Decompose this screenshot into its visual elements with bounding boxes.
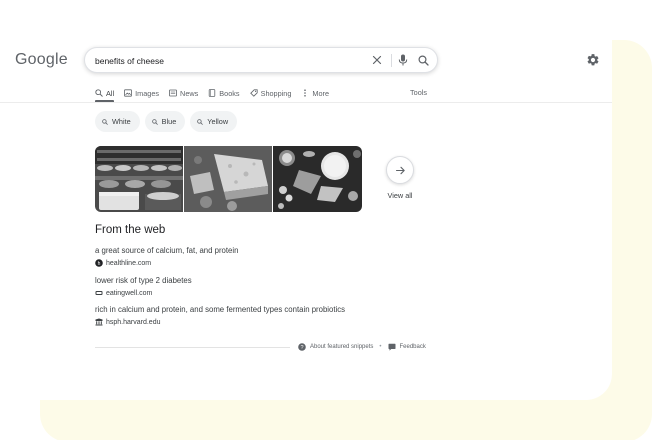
tab-all[interactable]: All	[95, 86, 114, 100]
refinement-chips: White Blue Yellow	[95, 111, 242, 132]
harvard-favicon-icon	[95, 318, 103, 326]
tab-books[interactable]: Books	[208, 86, 240, 100]
chip-white[interactable]: White	[95, 111, 140, 132]
tag-icon	[249, 89, 258, 97]
footer-separator: •	[379, 344, 382, 350]
search-icon	[197, 118, 204, 125]
healthline-favicon-icon: h	[95, 259, 103, 267]
search-icon	[102, 118, 108, 125]
news-icon	[169, 89, 177, 97]
feedback-link[interactable]: Feedback	[400, 344, 426, 350]
more-vert-icon	[301, 89, 309, 97]
search-divider	[391, 54, 392, 67]
tab-label: Images	[135, 88, 160, 98]
footer-divider	[95, 347, 290, 348]
view-all-button[interactable]	[386, 156, 414, 184]
tab-label: All	[106, 88, 115, 98]
clear-icon[interactable]	[370, 53, 384, 67]
snippet-text[interactable]: lower risk of type 2 diabetes	[95, 275, 435, 286]
snippet-source-label: eatingwell.com	[106, 289, 153, 297]
snippet-text[interactable]: rich in calcium and protein, and some fe…	[95, 304, 435, 315]
view-all-label[interactable]: View all	[378, 191, 422, 200]
web-snippet: rich in calcium and protein, and some fe…	[95, 304, 435, 327]
tab-news[interactable]: News	[169, 86, 198, 100]
tools-button[interactable]: Tools	[410, 86, 427, 100]
cheese-board-image[interactable]	[273, 146, 362, 212]
tab-images[interactable]: Images	[124, 86, 159, 100]
chip-yellow[interactable]: Yellow	[190, 111, 238, 132]
chip-blue[interactable]: Blue	[144, 111, 186, 132]
eatingwell-favicon-icon	[95, 289, 103, 297]
cheese-shop-image[interactable]	[95, 146, 183, 212]
tab-more[interactable]: More	[301, 86, 329, 100]
tab-label: News	[180, 88, 199, 98]
about-featured-snippets-link[interactable]: About featured snippets	[310, 344, 373, 350]
search-input[interactable]	[95, 53, 355, 68]
from-the-web-heading: From the web	[95, 224, 166, 236]
search-icon	[151, 118, 158, 125]
cheese-block-image[interactable]	[184, 146, 272, 212]
chip-label: Blue	[161, 117, 177, 126]
mic-icon[interactable]	[396, 53, 410, 67]
snippet-source[interactable]: h healthline.com	[95, 258, 435, 268]
svg-text:h: h	[98, 261, 101, 267]
snippet-source[interactable]: eatingwell.com	[95, 288, 435, 298]
search-icon	[95, 89, 103, 97]
tab-shopping[interactable]: Shopping	[249, 86, 292, 100]
arrow-right-icon	[395, 165, 406, 176]
snippet-source-label: hsph.harvard.edu	[106, 318, 161, 326]
feedback-icon	[388, 343, 396, 351]
search-tabs: All Images News Books Shopping More	[95, 86, 339, 100]
book-icon	[208, 89, 216, 97]
search-results-page: Google All Images News Books	[0, 0, 612, 400]
snippet-source[interactable]: hsph.harvard.edu	[95, 317, 435, 327]
image-icon	[124, 89, 133, 97]
search-icon[interactable]	[416, 53, 430, 67]
tab-label: More	[312, 88, 330, 98]
chip-label: White	[112, 117, 131, 126]
tabs-divider	[0, 102, 612, 103]
snippet-text[interactable]: a great source of calcium, fat, and prot…	[95, 245, 435, 256]
help-icon: ?	[298, 343, 306, 351]
snippet-source-label: healthline.com	[106, 259, 152, 267]
web-snippet: lower risk of type 2 diabetes eatingwell…	[95, 275, 435, 298]
google-logo[interactable]: Google	[15, 51, 68, 69]
web-snippet: a great source of calcium, fat, and prot…	[95, 245, 435, 268]
search-box[interactable]	[84, 47, 438, 73]
svg-text:?: ?	[300, 345, 303, 351]
tab-label: Books	[219, 88, 240, 98]
chip-label: Yellow	[207, 117, 229, 126]
gear-icon[interactable]	[586, 53, 600, 67]
tab-label: Shopping	[260, 88, 292, 98]
image-results	[95, 146, 362, 212]
snippet-footer: ? About featured snippets • Feedback	[298, 342, 426, 352]
